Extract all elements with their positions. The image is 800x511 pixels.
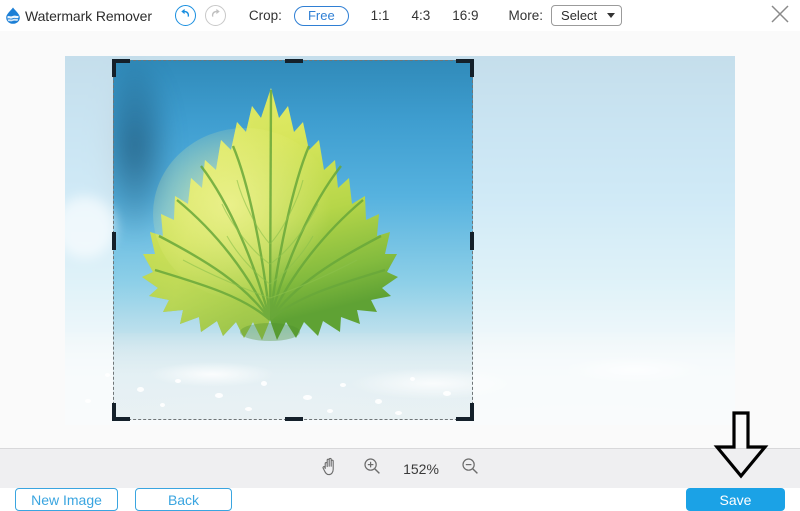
zoom-in-button[interactable] <box>363 457 381 480</box>
zoom-toolbar: 152% <box>0 448 800 488</box>
crop-handle-right-middle[interactable] <box>470 232 474 250</box>
more-select-dropdown[interactable]: Select <box>551 5 622 26</box>
crop-handle-bottom-left-v[interactable] <box>112 403 116 421</box>
down-arrow-annotation-icon <box>713 411 769 479</box>
zoom-level-value: 152% <box>400 461 442 477</box>
editor-canvas[interactable] <box>0 31 800 448</box>
zoom-in-icon <box>363 457 381 480</box>
ratio-option-16-9[interactable]: 16:9 <box>452 8 478 23</box>
save-button[interactable]: Save <box>686 488 785 511</box>
app-header: Watermark Remover Crop: Free 1:1 4:3 16:… <box>0 0 800 31</box>
undo-button[interactable] <box>175 5 196 26</box>
zoom-out-button[interactable] <box>461 457 479 480</box>
new-image-button[interactable]: New Image <box>15 488 118 511</box>
crop-handle-left-middle[interactable] <box>112 232 116 250</box>
hand-pan-icon <box>321 457 339 481</box>
crop-label: Crop: <box>249 8 282 23</box>
undo-arrow-icon <box>179 7 192 25</box>
footer-bar: New Image Back Save <box>0 488 800 511</box>
crop-selection-rect[interactable] <box>113 60 473 420</box>
history-buttons <box>175 5 226 26</box>
back-button[interactable]: Back <box>135 488 232 511</box>
ratio-option-4-3[interactable]: 4:3 <box>411 8 430 23</box>
app-title: Watermark Remover <box>25 8 152 24</box>
more-select-value: Select <box>561 8 597 23</box>
ratio-option-free[interactable]: Free <box>294 6 349 26</box>
redo-arrow-icon <box>209 7 222 25</box>
redo-button[interactable] <box>205 5 226 26</box>
crop-handle-top-middle[interactable] <box>285 59 303 63</box>
close-button[interactable] <box>768 4 792 28</box>
crop-handle-bottom-right-v[interactable] <box>470 403 474 421</box>
water-drop-logo-icon <box>2 5 24 27</box>
more-label: More: <box>509 8 544 23</box>
ratio-option-1-1[interactable]: 1:1 <box>371 8 390 23</box>
crop-handle-top-left-v[interactable] <box>112 59 116 77</box>
crop-handle-top-right-v[interactable] <box>470 59 474 77</box>
chevron-down-icon <box>607 13 615 18</box>
zoom-out-icon <box>461 457 479 480</box>
crop-handle-bottom-middle[interactable] <box>285 417 303 421</box>
pan-tool-button[interactable] <box>321 457 339 481</box>
close-icon <box>769 3 791 30</box>
